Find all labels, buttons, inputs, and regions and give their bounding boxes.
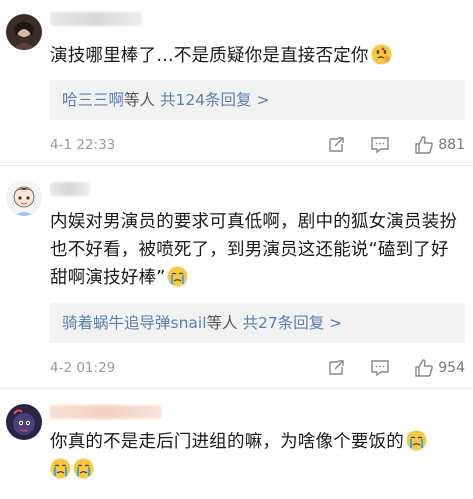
forward-icon[interactable] (326, 358, 346, 378)
comment-text: 内娱对男演员的要求可真低啊，剧中的狐女演员装扮也不好看，被喷死了，到男演员这还能… (50, 208, 465, 292)
comment-icon[interactable] (370, 358, 390, 378)
username-redacted (50, 12, 142, 26)
comment-meta: 4-1 22:33 881 (50, 134, 465, 156)
comment-actions: 954 (326, 357, 465, 379)
reply-summary[interactable]: 骑着蜗牛追导弹snail等人 共27条回复 > (50, 303, 465, 343)
crying-face-icon (50, 458, 71, 479)
forward-icon[interactable] (326, 135, 346, 155)
comment-body: 内娱对男演员的要求可真低啊，剧中的狐女演员装扮也不好看，被喷死了，到男演员这还能… (50, 212, 458, 288)
avatar[interactable] (6, 180, 42, 216)
avatar[interactable] (6, 14, 42, 50)
crying-face-icon (406, 430, 427, 451)
like-count: 881 (438, 137, 465, 153)
divider (0, 388, 473, 389)
timestamp: 4-1 22:33 (50, 137, 116, 153)
view-replies-link[interactable]: 共27条回复 > (242, 314, 342, 332)
avatar[interactable] (6, 404, 42, 440)
reply-connector: 等人 (206, 314, 238, 332)
reply-user-link[interactable]: 哈三三啊 (62, 91, 124, 109)
timestamp: 4-2 01:29 (50, 360, 116, 376)
reply-user-link[interactable]: 骑着蜗牛追导弹snail (62, 314, 207, 332)
reply-summary[interactable]: 哈三三啊等人 共124条回复 > (50, 80, 465, 120)
comment-body: 演技哪里棒了…不是质疑你是直接否定你 (50, 46, 369, 66)
like-count: 954 (438, 360, 465, 376)
username-redacted (50, 182, 90, 196)
comment-body: 你真的不是走后门进组的嘛，为啥像个要饭的 (50, 432, 404, 452)
comment-text: 你真的不是走后门进组的嘛，为啥像个要饭的 (50, 428, 465, 484)
comment-icon[interactable] (370, 135, 390, 155)
username-redacted (50, 405, 162, 419)
comment-actions: 881 (326, 134, 465, 156)
like-icon[interactable] (414, 358, 434, 378)
divider (0, 165, 473, 166)
crying-face-icon (167, 266, 188, 287)
like-icon[interactable] (414, 135, 434, 155)
thinking-face-icon (371, 44, 392, 65)
crying-face-icon (73, 458, 94, 479)
comment-text: 演技哪里棒了…不是质疑你是直接否定你 (50, 42, 465, 70)
view-replies-link[interactable]: 共124条回复 > (160, 91, 270, 109)
comment-meta: 4-2 01:29 954 (50, 357, 465, 379)
reply-connector: 等人 (124, 91, 156, 109)
